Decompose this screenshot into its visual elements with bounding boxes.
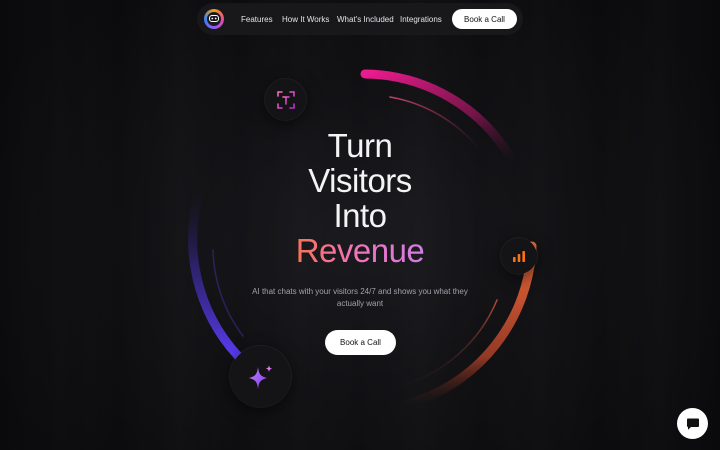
chat-widget-button[interactable] bbox=[677, 408, 708, 439]
chat-logo-icon[interactable] bbox=[204, 9, 224, 29]
nav-link-features[interactable]: Features bbox=[241, 15, 273, 24]
nav-link-whats-included[interactable]: What's Included bbox=[337, 15, 394, 24]
bar-chart-icon bbox=[513, 251, 525, 262]
nav-link-how-it-works[interactable]: How It Works bbox=[282, 15, 329, 24]
headline-line-3: Into bbox=[333, 197, 387, 234]
text-frame-icon bbox=[276, 90, 295, 109]
headline-accent: Revenue bbox=[260, 233, 460, 268]
headline-line-2: Visitors bbox=[308, 162, 412, 199]
sparkle-icon bbox=[248, 364, 272, 389]
headline-line-1: Turn bbox=[327, 127, 393, 164]
nav-link-integrations[interactable]: Integrations bbox=[400, 15, 442, 24]
nav-book-call-button[interactable]: Book a Call bbox=[452, 9, 517, 29]
orange-thin-arc bbox=[399, 299, 498, 387]
chat-bubble-icon bbox=[686, 418, 699, 430]
sparkle-badge bbox=[230, 346, 291, 407]
landing-page: Features How It Works What's Included In… bbox=[0, 0, 720, 450]
hero-headline: Turn Visitors Into Revenue bbox=[260, 128, 460, 268]
text-frame-badge bbox=[265, 79, 306, 120]
hero-book-call-button[interactable]: Book a Call bbox=[325, 330, 396, 355]
bar-chart-badge bbox=[501, 238, 537, 274]
hero-subtitle: AI that chats with your visitors 24/7 an… bbox=[252, 287, 468, 308]
